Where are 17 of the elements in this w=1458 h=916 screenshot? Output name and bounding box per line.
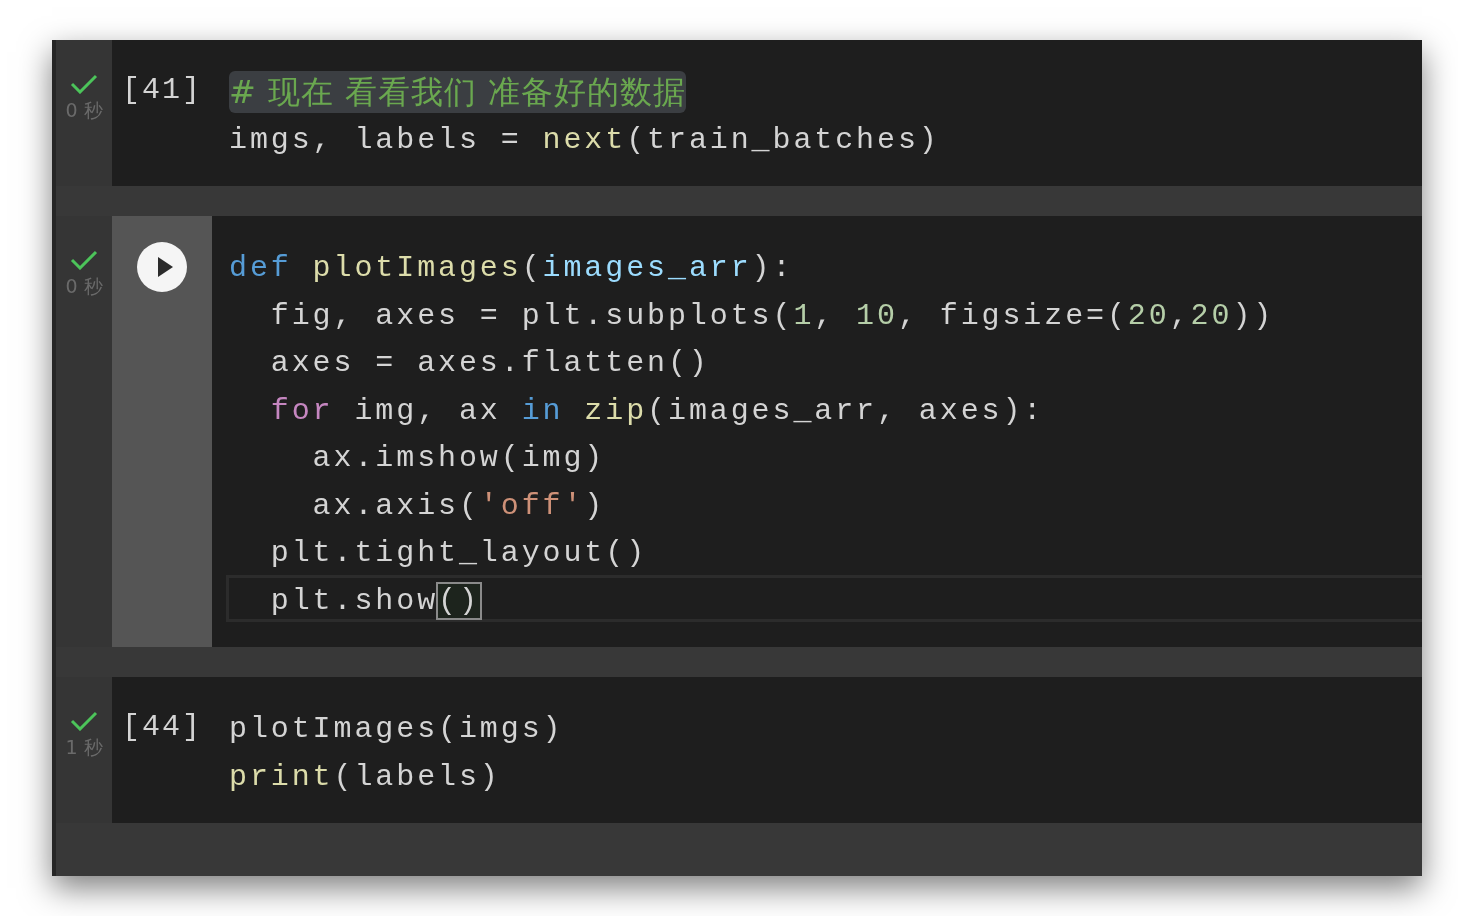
code-line: ax.axis('off') [311, 487, 607, 525]
code-line: plt.show() [226, 574, 1422, 622]
execution-count: [41] [122, 72, 202, 109]
code-line: plt.tight_layout() [269, 535, 649, 572]
code-cell[interactable]: [41] # 现在 看看我们 准备好的数据 imgs, labels = next(train_batches) [112, 40, 1422, 186]
execution-count: [44] [122, 709, 202, 746]
code-line: axes = axes.flatten() [269, 345, 711, 382]
code-line: def plotImages(images_arr): [228, 250, 795, 287]
run-button[interactable] [137, 242, 187, 292]
code-line: print(labels) [228, 758, 502, 796]
code-line: fig, axes = plt.subplots(1, 10, figsize=(20,20)) [269, 297, 1276, 335]
code-cell[interactable]: def plotImages(images_arr): fig, axes = plt.subplots(1, 10, figsize=(20,20)) axes = axes.flatten() for img, ax in zip(images_arr, axes): ax.imshow(img) ax.axis('off') plt.tight_layout() plt.show() [112, 216, 1422, 647]
code-line: plotImages(imgs) [228, 711, 565, 748]
code-line: for img, ax in zip(images_arr, axes): [269, 392, 1046, 430]
code-cell[interactable]: [44] plotImages(imgs) print(labels) [112, 677, 1422, 823]
code-line: ax.imshow(img) [311, 440, 607, 477]
code-line: imgs, labels = next(train_batches) [228, 121, 941, 159]
